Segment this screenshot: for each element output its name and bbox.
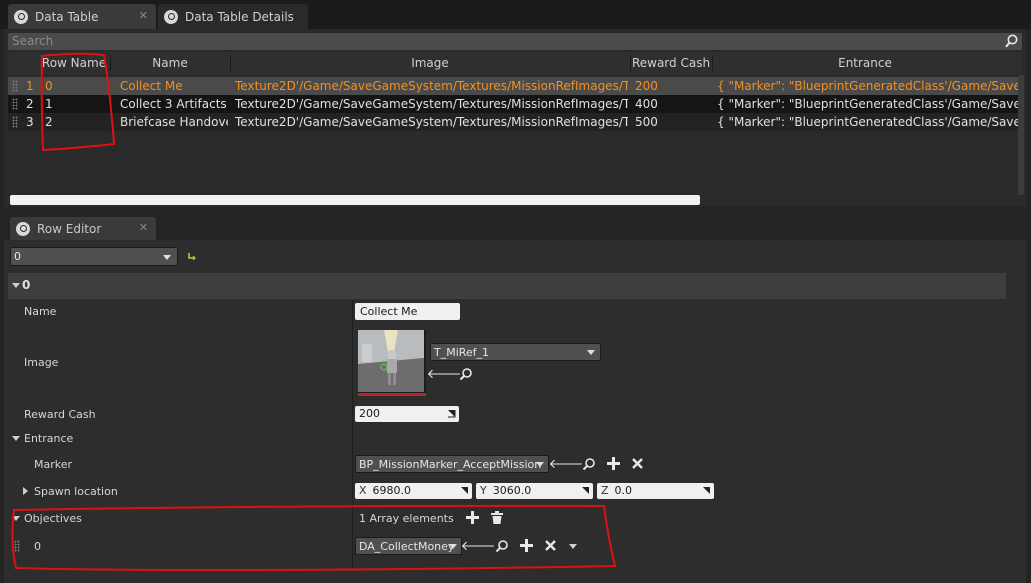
drag-resize-icon — [703, 487, 710, 494]
image-cell[interactable]: Texture2D'/Game/SaveGameSystem/Textures/… — [235, 95, 628, 113]
column-header-name[interactable]: Name — [110, 52, 230, 74]
row-index: 2 — [26, 97, 34, 111]
clear-icon[interactable] — [632, 458, 643, 469]
row-drag-handle[interactable] — [12, 116, 18, 128]
name-cell[interactable]: Collect Me — [120, 77, 228, 95]
browse-search-icon[interactable] — [582, 457, 596, 471]
row-drag-handle[interactable] — [12, 80, 18, 92]
image-cell[interactable]: Texture2D'/Game/SaveGameSystem/Textures/… — [235, 113, 628, 131]
marker-class-picker[interactable]: BP_MissionMarker_AcceptMission — [355, 455, 549, 473]
column-header-image[interactable]: Image — [230, 52, 630, 74]
entrance-cell[interactable]: { "Marker": "BlueprintGeneratedClass'/Ga… — [717, 77, 1018, 95]
category-title: 0 — [22, 278, 31, 292]
reset-to-default-icon[interactable] — [187, 251, 197, 261]
search-placeholder: Search — [12, 34, 54, 48]
entrance-cell[interactable]: { "Marker": "BlueprintGeneratedClass'/Ga… — [717, 113, 1018, 131]
drag-resize-icon — [582, 487, 589, 494]
table-vertical-scrollbar[interactable] — [1018, 75, 1024, 195]
texture-preview-image — [358, 330, 424, 392]
image-asset-value: T_MiRef_1 — [434, 345, 490, 359]
search-icon[interactable] — [1005, 34, 1018, 48]
row-select-value: 0 — [14, 250, 21, 263]
column-header-entrance[interactable]: Entrance — [712, 52, 1018, 74]
property-label-reward-cash: Reward Cash — [24, 408, 96, 421]
browse-search-icon[interactable] — [459, 367, 473, 381]
table-horizontal-scrollbar[interactable] — [10, 195, 700, 205]
tab-row-editor-label: Row Editor — [37, 221, 102, 236]
use-selected-arrow-icon[interactable]: 🡐 — [427, 366, 462, 382]
property-label-spawn-location: Spawn location — [34, 485, 118, 498]
category-header[interactable] — [8, 273, 1006, 299]
row-index: 1 — [26, 79, 34, 93]
tab-data-table-label: Data Table — [35, 9, 99, 24]
add-icon[interactable] — [607, 457, 620, 470]
name-cell[interactable]: Briefcase Handover — [120, 113, 228, 131]
reward-cash-cell[interactable]: 200 — [635, 77, 710, 95]
property-label-marker: Marker — [34, 458, 73, 471]
collapse-arrow-icon[interactable] — [23, 487, 28, 495]
tab-data-table-details[interactable]: Data Table Details — [158, 4, 308, 29]
expand-arrow-icon[interactable] — [12, 283, 20, 288]
spawn-x-value: 6980.0 — [372, 484, 412, 497]
search-input[interactable] — [8, 33, 1022, 50]
image-asset-picker[interactable]: T_MiRef_1 — [430, 343, 601, 361]
y-axis-label: Y — [480, 484, 487, 497]
chevron-down-icon — [536, 462, 544, 467]
z-axis-label: Z — [601, 484, 609, 497]
tab-data-table-details-label: Data Table Details — [185, 9, 294, 24]
tab-data-table[interactable]: Data Table ✕ — [8, 4, 156, 29]
column-header-reward-cash[interactable]: Reward Cash — [630, 52, 712, 74]
row-drag-handle[interactable] — [12, 98, 18, 110]
spawn-z-value: 0.0 — [614, 484, 633, 497]
spawn-z-field[interactable]: Z 0.0 — [597, 483, 714, 499]
name-field[interactable]: Collect Me — [355, 303, 460, 320]
name-cell[interactable]: Collect 3 Artifacts — [120, 95, 228, 113]
property-label-name: Name — [24, 305, 57, 318]
red-annotation-objectives — [11, 504, 617, 572]
row-index: 3 — [26, 115, 34, 129]
close-icon[interactable]: ✕ — [139, 9, 148, 22]
red-annotation-row-name — [40, 52, 116, 152]
reward-cash-cell[interactable]: 400 — [635, 95, 710, 113]
reward-cash-value: 200 — [359, 407, 380, 420]
row-select-dropdown[interactable]: 0 — [10, 247, 178, 266]
x-axis-label: X — [359, 484, 367, 497]
drag-resize-icon — [461, 487, 468, 494]
property-label-image: Image — [24, 356, 59, 369]
spawn-x-field[interactable]: X 6980.0 — [355, 483, 472, 499]
tab-row-editor[interactable]: Row Editor ✕ — [10, 217, 156, 240]
chevron-down-icon — [587, 350, 595, 355]
drag-resize-icon — [448, 410, 456, 418]
spawn-y-field[interactable]: Y 3060.0 — [476, 483, 593, 499]
expand-arrow-icon[interactable] — [12, 436, 20, 441]
entrance-cell[interactable]: { "Marker": "BlueprintGeneratedClass'/Ga… — [717, 95, 1018, 113]
property-label-entrance: Entrance — [24, 432, 74, 445]
details-icon — [164, 9, 178, 24]
spawn-y-value: 3060.0 — [492, 484, 532, 497]
image-cell[interactable]: Texture2D'/Game/SaveGameSystem/Textures/… — [235, 77, 628, 95]
reward-cash-cell[interactable]: 500 — [635, 113, 710, 131]
image-thumbnail[interactable] — [358, 330, 426, 396]
data-table-icon — [14, 9, 28, 24]
close-icon[interactable]: ✕ — [139, 221, 148, 234]
reward-cash-field[interactable]: 200 — [355, 406, 459, 422]
row-editor-icon — [16, 221, 30, 236]
chevron-down-icon — [163, 255, 171, 260]
use-selected-arrow-icon[interactable]: 🡐 — [549, 456, 584, 472]
marker-value: BP_MissionMarker_AcceptMission — [359, 457, 542, 471]
